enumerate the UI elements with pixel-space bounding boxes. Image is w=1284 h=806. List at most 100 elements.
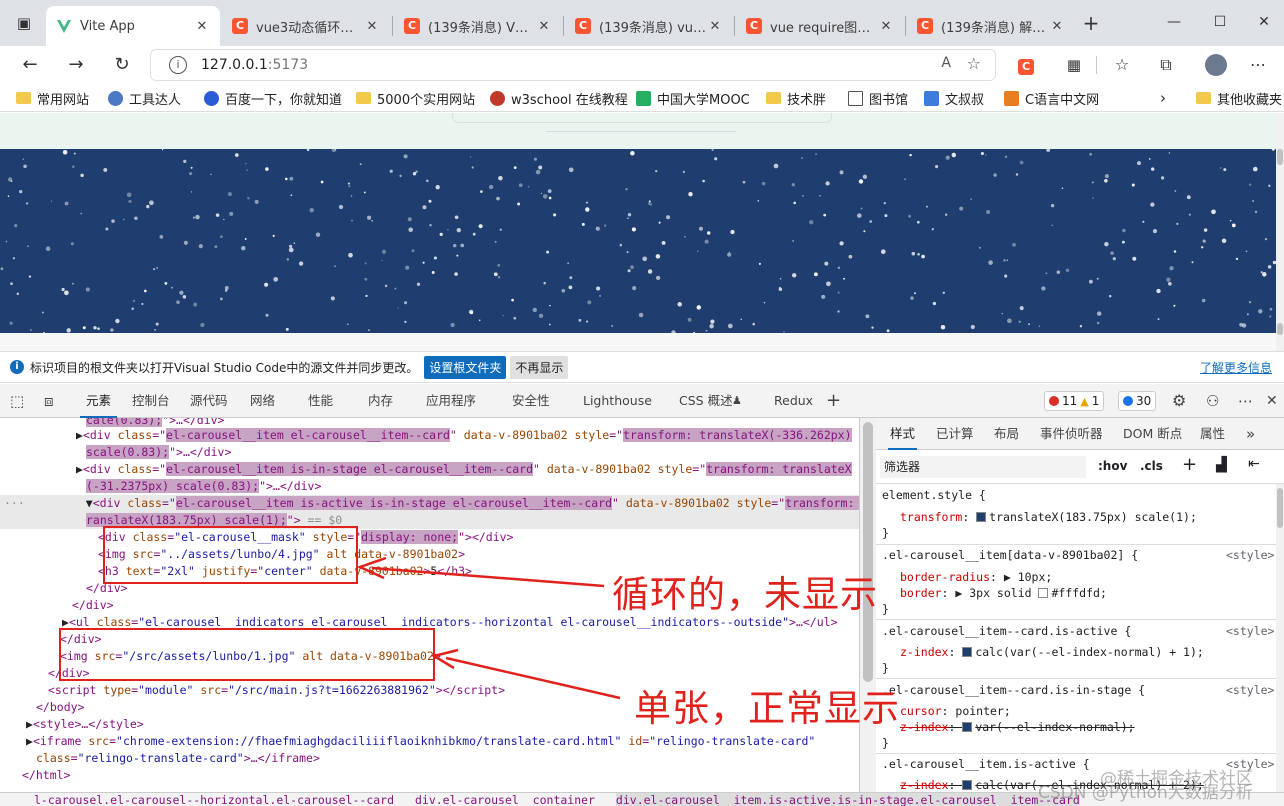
close-devtools-icon[interactable]: ✕ [1266,384,1278,418]
other-bookmarks[interactable]: 其他收藏夹 [1196,88,1282,108]
tab-redux[interactable]: Redux [774,384,813,418]
csdn-extension-icon[interactable]: C [1012,51,1040,79]
new-tab-icon[interactable]: + [1077,9,1105,37]
more-options-icon[interactable]: ⋯ [1238,384,1253,418]
bookmark-item[interactable]: 5000个实用网站 [356,88,475,108]
tab-vite-app[interactable]: Vite App ✕ [46,6,220,46]
css-declaration[interactable]: border: ▶ 3px solid #fffdfd; [900,585,1284,602]
css-declaration[interactable]: transform: translateX(183.75px) scale(1)… [900,509,1284,526]
close-tab-icon[interactable]: ✕ [707,19,723,34]
more-menu-icon[interactable]: ⋯ [1244,51,1272,79]
dom-line[interactable]: <img src="../assets/lunbo/4.jpg" alt dat… [0,546,859,563]
dom-line[interactable]: ▶<div class="el-carousel__item el-carous… [0,427,859,444]
site-info-icon[interactable]: i [169,56,187,74]
chevron-right-icon[interactable]: › [1160,88,1166,108]
breadcrumb-item-active[interactable]: div.el-carousel__item.is-active.is-in-st… [615,793,1080,806]
collections-icon[interactable]: ⧉ [1152,51,1180,79]
style-source-link[interactable]: <style> [1226,623,1280,640]
bookmark-item[interactable]: C语言中文网 [1004,88,1099,108]
minimize-icon[interactable]: — [1162,10,1186,34]
dom-line-selected[interactable]: ··· ▼<div class="el-carousel__item is-act… [0,495,859,512]
back-icon[interactable]: ← [16,51,44,79]
paint-icon[interactable]: ▟ [1216,457,1227,473]
dom-line[interactable]: </html> [0,767,859,784]
css-declaration[interactable]: border-radius: ▶ 10px; [900,569,1284,586]
dont-show-again-button[interactable]: 不再显示 [510,355,569,379]
tab-actions-icon[interactable]: ▣ [10,9,38,37]
forward-icon[interactable]: → [62,51,90,79]
dom-line[interactable]: class="relingo-translate-card">…</iframe… [0,750,859,767]
new-rule-plus-icon[interactable]: + [1182,454,1197,475]
tab-console[interactable]: 控制台 [132,384,170,418]
favorites-icon[interactable]: ☆ [1108,51,1136,79]
breadcrumb-item[interactable]: div.el-carousel__container [415,793,595,806]
more-tabs-chevron-icon[interactable]: » [1246,418,1255,450]
bookmark-item[interactable]: 技术胖 [766,88,826,108]
set-root-folder-button[interactable]: 设置根文件夹 [424,355,507,379]
css-declaration[interactable]: z-index: calc(var(--el-index-normal) + 1… [900,644,1284,661]
tab-security[interactable]: 安全性 [512,384,550,418]
tab-network[interactable]: 网络 [250,384,275,418]
dom-line[interactable]: <img src="/src/assets/lunbo/1.jpg" alt d… [0,648,859,665]
styles-scrollbar[interactable] [1276,484,1284,792]
tab-layout[interactable]: 布局 [994,418,1019,450]
dom-line-selected[interactable]: ranslateX(183.75px) scale(1);"> == $0 [0,512,859,529]
tab-computed[interactable]: 已计算 [936,418,974,450]
tab-csdn-5[interactable]: C (139条消息) 解决v ✕ [907,6,1075,46]
tab-event-listeners[interactable]: 事件侦听器 [1040,418,1103,450]
device-emulation-icon[interactable]: ⧈ [44,384,54,418]
styles-filter-input[interactable]: 筛选器 [880,456,1086,478]
tab-properties[interactable]: 属性 [1200,418,1225,450]
favorite-star-icon[interactable]: ☆ [967,54,981,73]
tab-csdn-2[interactable]: C (139条消息) VUE实 ✕ [394,6,562,46]
reload-icon[interactable]: ↻ [108,51,136,79]
style-source-link[interactable]: <style> [1226,682,1280,699]
message-counter[interactable]: 30 [1118,391,1157,411]
read-aloud-icon[interactable]: A [941,55,951,71]
address-bar[interactable]: i 127.0.0.1:5173 A ☆ [150,49,996,81]
tab-csdn-1[interactable]: C vue3动态循环本地 ✕ [222,6,390,46]
tab-application[interactable]: 应用程序 [426,384,476,418]
dom-line[interactable]: <div class="el-carousel__mask" style="di… [0,529,859,546]
tab-csdn-4[interactable]: C vue require图片 - C ✕ [736,6,904,46]
tab-performance[interactable]: 性能 [308,384,333,418]
dom-line[interactable]: </div> [0,631,859,648]
tab-elements[interactable]: 元素 [80,384,118,418]
bookmark-item[interactable]: w3school 在线教程 [490,88,628,108]
issue-counter[interactable]: 11 ▲ 1 [1044,391,1105,411]
tab-csdn-3[interactable]: C (139条消息) vue实 ✕ [565,6,733,46]
bookmark-item[interactable]: 工具达人 [108,88,181,108]
dom-line[interactable]: scale(0.83);">…</div> [0,444,859,461]
tab-lighthouse[interactable]: Lighthouse [583,384,652,418]
tab-css-overview[interactable]: CSS 概述 [679,384,733,418]
class-toggle[interactable]: .cls [1140,459,1163,473]
bookmark-item[interactable]: 图书馆 [848,88,908,108]
style-source-link[interactable]: <style> [1226,547,1280,564]
close-tab-icon[interactable]: ✕ [364,19,380,34]
page-scrollbar[interactable] [1276,113,1284,351]
bookmark-item[interactable]: 中国大学MOOC [636,88,750,108]
bookmark-item[interactable]: 常用网站 [16,88,89,108]
bookmark-item[interactable]: 百度一下，你就知道 [204,88,342,108]
breadcrumb-item[interactable]: l-carousel.el-carousel--horizontal.el-ca… [34,793,394,806]
profile-avatar[interactable] [1202,51,1230,79]
close-tab-icon[interactable]: ✕ [878,19,894,34]
tab-dom-breakpoints[interactable]: DOM 断点 [1123,418,1182,450]
close-window-icon[interactable]: ✕ [1252,10,1276,34]
feedback-icon[interactable]: ⚇ [1206,384,1219,418]
tab-memory[interactable]: 内存 [368,384,393,418]
close-tab-icon[interactable]: ✕ [194,19,210,34]
maximize-icon[interactable]: ☐ [1208,10,1232,34]
settings-gear-icon[interactable]: ⚙ [1172,384,1186,418]
toggle-sidebar-icon[interactable]: ⇤ [1248,456,1260,472]
inspect-element-icon[interactable]: ⬚ [10,384,24,418]
dom-line[interactable]: ▶<div class="el-carousel__item is-in-sta… [0,461,859,478]
dom-line[interactable]: ▶<iframe src="chrome-extension://fhaefmi… [0,733,859,750]
tab-sources[interactable]: 源代码 [190,384,228,418]
hover-state-toggle[interactable]: :hov [1098,459,1127,473]
bookmark-item[interactable]: 文叔叔 [924,88,984,108]
carousel-starfield-image[interactable] [0,149,1276,333]
learn-more-link[interactable]: 了解更多信息 [1200,359,1272,376]
close-tab-icon[interactable]: ✕ [536,19,552,34]
tab-styles[interactable]: 样式 [888,418,918,450]
